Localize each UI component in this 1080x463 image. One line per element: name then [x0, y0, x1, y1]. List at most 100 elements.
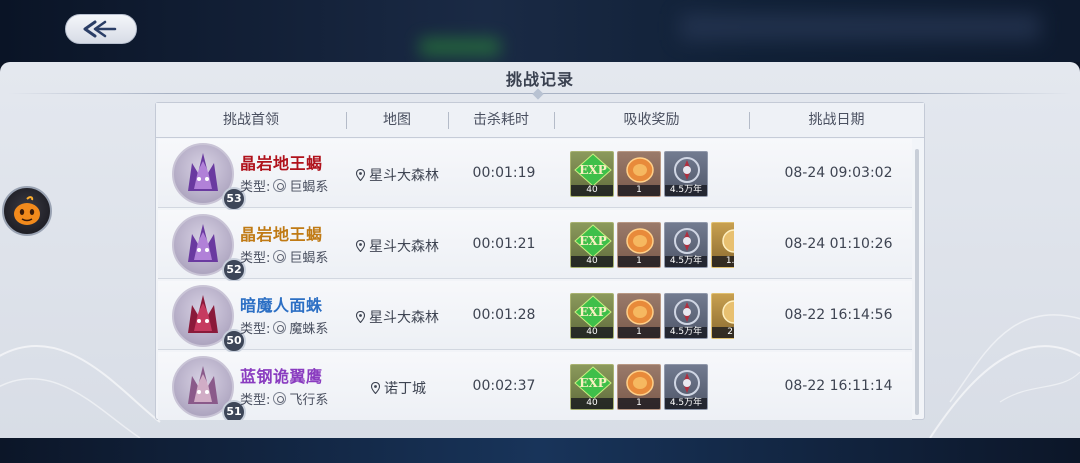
- challenge-date: 08-22 16:11:14: [784, 378, 893, 394]
- reward-quantity: 4.5万年: [665, 327, 707, 338]
- boss-type: 类型: 巨蝎系: [240, 176, 328, 195]
- gold-item-icon: [722, 229, 734, 253]
- exp-icon: EXP: [574, 366, 612, 400]
- table-row[interactable]: 50暗魔人面蛛类型: 魔蛛系 星斗大森林 00:01:28 EXP 40 1 4.5万年 27 0…: [158, 281, 912, 353]
- challenge-date: 08-22 16:14:56: [784, 307, 893, 323]
- gold-item-icon: [722, 300, 734, 324]
- record-table: 挑战首领 地图 击杀耗时 吸收奖励 挑战日期 53 晶岩地王蝎 类型: 巨蝎系 星斗大森…: [155, 102, 925, 420]
- bottom-background: [0, 438, 1080, 463]
- exp-icon: EXP: [574, 295, 612, 329]
- type-value: 飞行系: [289, 393, 329, 408]
- reward-item[interactable]: 1: [617, 222, 661, 268]
- map-cell: 星斗大森林: [356, 307, 439, 327]
- challenge-record-panel: 挑战记录 挑战首领 地图 击杀耗时 吸收奖励 挑战日期 53 晶岩地王蝎 类型: 巨蝎…: [0, 62, 1080, 438]
- title-ornament: [532, 88, 544, 100]
- soul-ring-icon: [674, 299, 700, 325]
- side-pet-button[interactable]: [2, 186, 52, 236]
- coin-icon: [626, 370, 654, 396]
- reward-quantity: 40: [571, 398, 613, 409]
- reward-item[interactable]: EXP 40: [570, 151, 614, 197]
- map-name: 诺丁城: [384, 381, 426, 397]
- record-list: 53 晶岩地王蝎 类型: 巨蝎系 星斗大森林 00:01:19 EXP 40 1 4.5万年 08-…: [156, 139, 924, 420]
- soul-ring-icon: [674, 157, 700, 183]
- reward-quantity: 4.5万年: [665, 398, 707, 409]
- table-row[interactable]: 53 晶岩地王蝎类型: 巨蝎系 星斗大森林 00:01:19 EXP 40 1 4.5万年 08-…: [158, 139, 912, 211]
- exp-icon: EXP: [574, 153, 612, 187]
- reward-item[interactable]: 1: [617, 364, 661, 410]
- location-pin-icon: [356, 169, 365, 181]
- soul-ring-icon: [674, 370, 700, 396]
- reward-item[interactable]: EXP 40: [570, 222, 614, 268]
- reward-quantity: 40: [571, 327, 613, 338]
- exp-label: EXP: [579, 305, 606, 319]
- soul-ring-icon: [674, 228, 700, 254]
- exp-icon: EXP: [574, 224, 612, 258]
- map-cell: 诺丁城: [371, 378, 426, 398]
- boss-name: 暗魔人面蛛: [240, 296, 323, 315]
- reward-item[interactable]: 27: [711, 293, 734, 339]
- type-value: 魔蛛系: [289, 322, 329, 337]
- boss-type: 类型: 巨蝎系: [240, 247, 328, 266]
- type-label: 类型:: [240, 393, 271, 408]
- type-icon: [273, 321, 287, 334]
- boss-portrait: 53: [172, 143, 246, 211]
- back-arrow-icon: [83, 20, 117, 38]
- scrollbar[interactable]: [915, 149, 919, 415]
- reward-quantity: 1: [618, 327, 660, 338]
- column-header-rewards: 吸收奖励: [623, 112, 680, 128]
- column-header-boss: 挑战首领: [223, 112, 279, 128]
- type-label: 类型:: [240, 251, 271, 266]
- reward-item[interactable]: EXP 40: [570, 293, 614, 339]
- boss-name: 蓝钢诡翼鹰: [240, 367, 323, 386]
- reward-item[interactable]: 4.5万年: [664, 222, 708, 268]
- map-name: 星斗大森林: [369, 239, 439, 255]
- reward-list: EXP 40 1 4.5万年 1.5: [570, 222, 734, 270]
- kill-time: 00:02:37: [472, 378, 536, 394]
- reward-list: EXP 40 1 4.5万年 27: [570, 293, 734, 341]
- location-pin-icon: [371, 382, 380, 394]
- reward-quantity: 27: [712, 327, 734, 338]
- reward-item[interactable]: 4.5万年: [664, 151, 708, 197]
- boss-name: 晶岩地王蝎: [240, 225, 323, 244]
- coin-icon: [626, 228, 654, 254]
- type-label: 类型:: [240, 180, 271, 195]
- reward-item[interactable]: 1: [617, 293, 661, 339]
- table-header: 挑战首领 地图 击杀耗时 吸收奖励 挑战日期: [156, 103, 924, 138]
- reward-list: EXP 40 1 4.5万年: [570, 151, 734, 199]
- reward-quantity: 1: [618, 185, 660, 196]
- boss-portrait: 52: [172, 214, 246, 282]
- type-label: 类型:: [240, 322, 271, 337]
- reward-item[interactable]: 4.5万年: [664, 293, 708, 339]
- page-title: 挑战记录: [505, 70, 574, 89]
- table-row[interactable]: 52晶岩地王蝎类型: 巨蝎系 星斗大森林 00:01:21 EXP 40 1 4.5万年 1.5…: [158, 210, 912, 282]
- reward-quantity: 40: [571, 185, 613, 196]
- map-cell: 星斗大森林: [356, 165, 439, 185]
- column-header-date: 挑战日期: [808, 112, 865, 128]
- reward-item[interactable]: EXP 40: [570, 364, 614, 410]
- map-cell: 星斗大森林: [356, 236, 439, 256]
- challenge-date: 08-24 09:03:02: [784, 165, 893, 181]
- type-icon: [273, 250, 287, 263]
- kill-time: 00:01:28: [472, 307, 536, 323]
- type-icon: [273, 179, 287, 192]
- location-pin-icon: [356, 311, 365, 323]
- reward-quantity: 4.5万年: [665, 256, 707, 267]
- reward-item[interactable]: 1: [617, 151, 661, 197]
- type-value: 巨蝎系: [289, 180, 329, 195]
- reward-quantity: 1: [618, 398, 660, 409]
- table-row[interactable]: 51 蓝钢诡翼鹰 类型: 飞行系 诺丁城 00:02:37 EXP 40 1 4.5万年 08-22…: [158, 352, 912, 420]
- boss-name: 晶岩地王蝎: [240, 154, 323, 173]
- reward-item[interactable]: 1.5: [711, 222, 734, 268]
- reward-quantity: 1.5: [712, 256, 734, 267]
- top-background: [0, 0, 1080, 62]
- coin-icon: [626, 157, 654, 183]
- coin-icon: [626, 299, 654, 325]
- kill-time: 00:01:19: [472, 165, 536, 181]
- boss-type: 类型: 飞行系: [240, 389, 328, 408]
- map-name: 星斗大森林: [369, 310, 439, 326]
- exp-label: EXP: [579, 376, 606, 390]
- exp-label: EXP: [579, 163, 606, 177]
- challenge-date: 08-24 01:10:26: [784, 236, 893, 252]
- reward-item[interactable]: 4.5万年: [664, 364, 708, 410]
- back-button[interactable]: [65, 14, 137, 44]
